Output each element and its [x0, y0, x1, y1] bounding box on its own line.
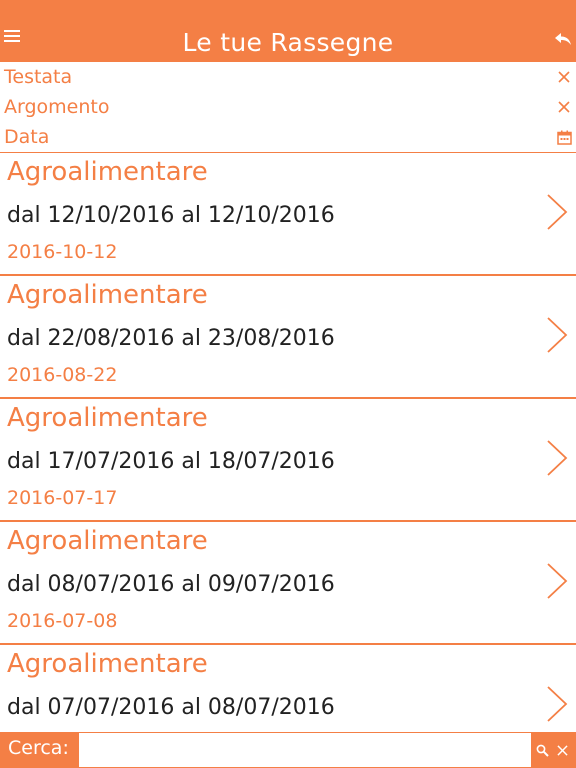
list-item[interactable]: Agroalimentare dal 07/07/2016 al 08/07/2… — [0, 645, 576, 732]
chevron-right-icon — [547, 440, 568, 476]
rassegne-list: Agroalimentare dal 12/10/2016 al 12/10/2… — [0, 153, 576, 732]
chevron-right-icon — [547, 563, 568, 599]
filter-data-label: Data — [4, 126, 50, 148]
list-item[interactable]: Agroalimentare dal 12/10/2016 al 12/10/2… — [0, 153, 576, 276]
filter-testata[interactable]: Testata — [0, 62, 576, 92]
chevron-right-icon — [547, 317, 568, 353]
filter-data[interactable]: Data — [0, 122, 576, 152]
item-date: 2016-08-22 — [7, 364, 118, 386]
calendar-icon[interactable] — [556, 122, 572, 152]
item-date-range: dal 17/07/2016 al 18/07/2016 — [7, 449, 335, 474]
item-date: 2016-07-08 — [7, 610, 118, 632]
item-title: Agroalimentare — [7, 403, 208, 433]
item-date-range: dal 07/07/2016 al 08/07/2016 — [7, 695, 335, 720]
item-title: Agroalimentare — [7, 526, 208, 556]
item-title: Agroalimentare — [7, 280, 208, 310]
search-icon[interactable] — [532, 732, 552, 768]
list-item[interactable]: Agroalimentare dal 22/08/2016 al 23/08/2… — [0, 276, 576, 399]
item-title: Agroalimentare — [7, 649, 208, 679]
list-item[interactable]: Agroalimentare dal 17/07/2016 al 18/07/2… — [0, 399, 576, 522]
chevron-right-icon — [547, 686, 568, 722]
search-bar: Cerca: — [0, 732, 576, 768]
search-input[interactable] — [78, 732, 532, 768]
app-header: Le tue Rassegne — [0, 0, 576, 62]
filter-argomento[interactable]: Argomento — [0, 92, 576, 122]
item-title: Agroalimentare — [7, 157, 208, 187]
item-date: 2016-10-12 — [7, 241, 118, 263]
filter-testata-label: Testata — [4, 66, 73, 88]
item-date-range: dal 08/07/2016 al 09/07/2016 — [7, 572, 335, 597]
item-date-range: dal 12/10/2016 al 12/10/2016 — [7, 203, 335, 228]
reply-arrow-icon[interactable] — [554, 32, 572, 46]
item-date: 2016-07-17 — [7, 487, 118, 509]
filter-panel: Testata Argomento Data — [0, 62, 576, 153]
list-item[interactable]: Agroalimentare dal 08/07/2016 al 09/07/2… — [0, 522, 576, 645]
close-icon[interactable] — [556, 92, 572, 122]
search-label: Cerca: — [8, 737, 69, 759]
filter-argomento-label: Argomento — [4, 96, 110, 118]
close-icon[interactable] — [552, 732, 572, 768]
page-title: Le tue Rassegne — [182, 28, 394, 57]
close-icon[interactable] — [556, 62, 572, 92]
item-date-range: dal 22/08/2016 al 23/08/2016 — [7, 326, 335, 351]
chevron-right-icon — [547, 194, 568, 230]
